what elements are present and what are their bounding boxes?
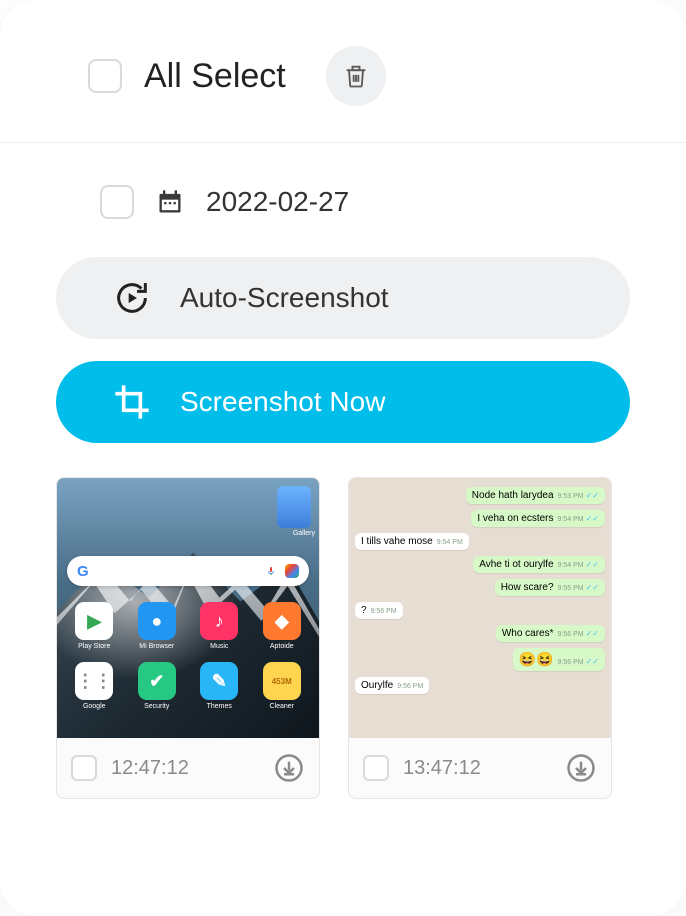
select-all-checkbox[interactable]: [88, 59, 122, 93]
download-icon: [274, 753, 304, 783]
download-icon: [566, 753, 596, 783]
screenshot-manager-card: All Select 2022-02-27: [0, 0, 686, 916]
thumbnail-grid: Gallery G ▶Play Store●Mi Browser♪Music◆A…: [0, 443, 686, 799]
google-logo-icon: G: [77, 563, 89, 580]
thumbnail-footer: 12:47:12: [57, 738, 319, 798]
topbar: All Select: [0, 0, 686, 143]
chat-bubble: I tills vahe mose9:54 PM: [355, 533, 469, 550]
chat-bubble: How scare?9:55 PM✓✓: [495, 579, 605, 596]
select-all-label: All Select: [144, 57, 286, 96]
date-group-checkbox[interactable]: [100, 185, 134, 219]
screenshot-now-label: Screenshot Now: [180, 386, 385, 418]
app-label: Themes: [207, 703, 232, 710]
thumbnail-footer: 13:47:12: [349, 738, 611, 798]
auto-screenshot-label: Auto-Screenshot: [180, 282, 389, 314]
thumbnail-checkbox[interactable]: [71, 755, 97, 781]
trash-icon: [342, 61, 370, 91]
app-icon: ▶Play Store: [67, 602, 122, 650]
app-icon: ✔Security: [130, 662, 185, 710]
app-label: Mi Browser: [139, 643, 174, 650]
thumbnail-image-homescreen: Gallery G ▶Play Store●Mi Browser♪Music◆A…: [57, 478, 319, 738]
app-icon: ●Mi Browser: [130, 602, 185, 650]
crop-icon: [112, 382, 152, 422]
date-label: 2022-02-27: [206, 186, 349, 218]
chat-bubble: Ourylfe9:56 PM: [355, 677, 429, 694]
app-icon: ✎Themes: [192, 662, 247, 710]
chat-bubble: 😆😆9:56 PM✓✓: [513, 648, 605, 671]
app-icon: ♪Music: [192, 602, 247, 650]
screenshot-now-button[interactable]: Screenshot Now: [56, 361, 630, 443]
app-label: Play Store: [78, 643, 110, 650]
delete-button[interactable]: [326, 46, 386, 106]
action-buttons: Auto-Screenshot Screenshot Now: [0, 247, 686, 443]
thumbnail-card[interactable]: Gallery G ▶Play Store●Mi Browser♪Music◆A…: [56, 477, 320, 799]
app-icon: 453MCleaner: [255, 662, 310, 710]
chat-bubble: Node hath larydea9:53 PM✓✓: [466, 487, 605, 504]
thumbnail-checkbox[interactable]: [363, 755, 389, 781]
chat-bubble: ?9:56 PM: [355, 602, 403, 619]
app-icon: ⋮⋮Google: [67, 662, 122, 710]
app-icon: ◆Aptoide: [255, 602, 310, 650]
app-label: Security: [144, 703, 169, 710]
google-search-bar: G: [67, 556, 309, 586]
thumbnail-image-chat: Node hath larydea9:53 PM✓✓ I veha on ecst…: [349, 478, 611, 738]
gallery-widget-label: Gallery: [293, 530, 315, 537]
app-label: Aptoide: [270, 643, 294, 650]
chat-bubble: Avhe ti ot ourylfe9:54 PM✓✓: [473, 556, 605, 573]
refresh-play-icon: [112, 278, 152, 318]
app-label: Google: [83, 703, 106, 710]
app-label: Cleaner: [269, 703, 294, 710]
download-button[interactable]: [273, 752, 305, 784]
thumbnail-time: 13:47:12: [403, 757, 551, 780]
mic-icon: [265, 565, 277, 577]
gallery-widget-icon: [277, 486, 311, 528]
thumbnail-time: 12:47:12: [111, 757, 259, 780]
chat-bubble: I veha on ecsters9:54 PM✓✓: [471, 510, 605, 527]
thumbnail-card[interactable]: Node hath larydea9:53 PM✓✓ I veha on ecst…: [348, 477, 612, 799]
calendar-icon: [156, 188, 184, 216]
lens-icon: [285, 564, 299, 578]
download-button[interactable]: [565, 752, 597, 784]
app-label: Music: [210, 643, 228, 650]
chat-bubble: Who cares*9:56 PM✓✓: [496, 625, 605, 642]
auto-screenshot-button[interactable]: Auto-Screenshot: [56, 257, 630, 339]
date-group-header: 2022-02-27: [0, 143, 686, 247]
